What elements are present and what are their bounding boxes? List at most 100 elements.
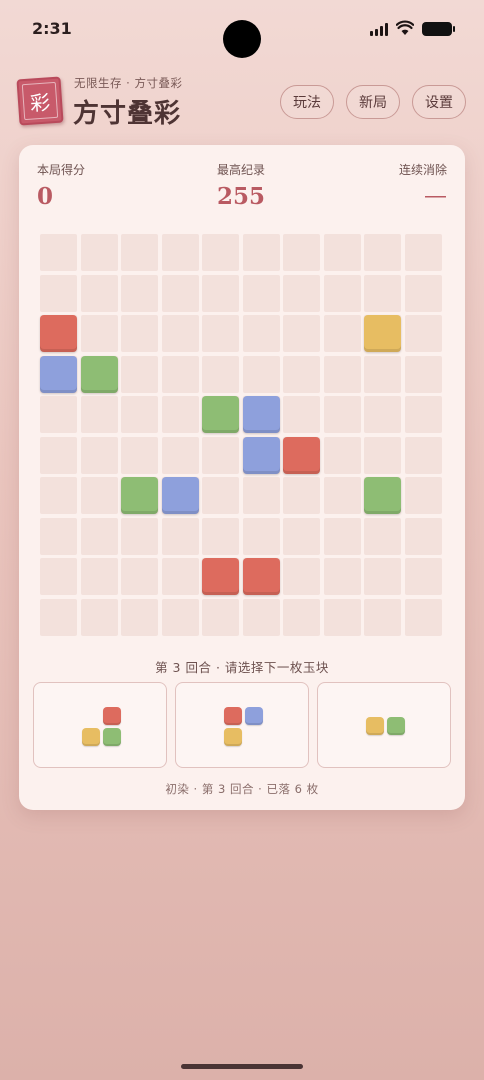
board-cell[interactable] [161,234,199,271]
board-cell[interactable] [364,396,401,433]
board-cell[interactable] [404,477,442,514]
board-cell[interactable] [202,355,239,393]
board-cell[interactable] [404,315,442,352]
board-cell[interactable] [404,517,442,555]
board-tile-red [40,315,77,352]
board-cell[interactable] [283,517,320,555]
board-cell[interactable] [283,477,320,514]
piece-block-yellow [81,727,100,746]
board-cell[interactable] [283,558,320,595]
board-cell[interactable] [283,315,320,352]
piece-slot-3[interactable] [317,682,451,768]
board-cell[interactable] [161,436,199,474]
board-cell[interactable] [404,396,442,433]
board-cell[interactable] [161,274,199,312]
board-cell[interactable] [323,315,361,352]
board-cell[interactable] [80,517,118,555]
board-cell[interactable] [323,234,361,271]
board-cell[interactable] [242,355,280,393]
board-cell[interactable] [364,274,401,312]
board-cell[interactable] [283,396,320,433]
rules-button[interactable]: 玩法 [280,85,334,119]
board-cell[interactable] [161,355,199,393]
board-cell[interactable] [121,598,158,636]
board-cell[interactable] [283,234,320,271]
board-cell[interactable] [202,477,239,514]
board-cell[interactable] [121,234,158,271]
board-cell[interactable] [364,517,401,555]
board-cell[interactable] [40,396,77,433]
board-cell[interactable] [242,315,280,352]
board-tile-blue [161,477,199,514]
board-cell[interactable] [283,274,320,312]
game-board[interactable] [40,234,444,638]
board-cell[interactable] [80,234,118,271]
board-cell[interactable] [40,558,77,595]
board-cell[interactable] [80,477,118,514]
board-cell[interactable] [80,315,118,352]
board-cell[interactable] [242,598,280,636]
board-cell[interactable] [323,598,361,636]
board-cell[interactable] [80,396,118,433]
new-game-button[interactable]: 新局 [346,85,400,119]
board-cell[interactable] [242,517,280,555]
board-cell[interactable] [80,274,118,312]
board-cell[interactable] [364,355,401,393]
board-cell[interactable] [364,234,401,271]
board-cell[interactable] [80,598,118,636]
board-cell[interactable] [323,396,361,433]
board-cell[interactable] [364,598,401,636]
board-cell[interactable] [121,436,158,474]
board-cell[interactable] [202,234,239,271]
board-cell[interactable] [161,517,199,555]
board-cell[interactable] [40,274,77,312]
board-cell[interactable] [323,517,361,555]
board-cell[interactable] [80,558,118,595]
board-cell[interactable] [161,396,199,433]
board-cell[interactable] [364,436,401,474]
board-cell[interactable] [242,477,280,514]
board-cell[interactable] [404,598,442,636]
board-cell[interactable] [202,598,239,636]
board-cell[interactable] [242,234,280,271]
board-cell[interactable] [323,274,361,312]
board-cell[interactable] [323,355,361,393]
board-cell[interactable] [323,558,361,595]
board-cell[interactable] [404,234,442,271]
board-cell[interactable] [202,315,239,352]
board-cell[interactable] [283,355,320,393]
board-cell[interactable] [161,558,199,595]
piece-slot-2[interactable] [175,682,309,768]
board-cell[interactable] [121,396,158,433]
board-cell[interactable] [202,274,239,312]
board-cell[interactable] [404,274,442,312]
settings-button[interactable]: 设置 [412,85,466,119]
board-cell[interactable] [161,598,199,636]
board-cell[interactable] [404,355,442,393]
board-cell[interactable] [121,274,158,312]
board-cell[interactable] [121,355,158,393]
board-cell[interactable] [323,477,361,514]
board-cell[interactable] [80,436,118,474]
piece-slot-1[interactable] [33,682,167,768]
best-value: 255 [217,183,266,210]
board-cell[interactable] [40,477,77,514]
board-cell[interactable] [40,598,77,636]
board-cell[interactable] [404,436,442,474]
board-cell[interactable] [404,558,442,595]
board-cell[interactable] [202,436,239,474]
board-cell[interactable] [242,274,280,312]
board-cell[interactable] [40,234,77,271]
board-tile-red [283,436,320,474]
board-cell[interactable] [283,598,320,636]
board-cell[interactable] [40,517,77,555]
board-tile-green [121,477,158,514]
board-cell[interactable] [161,315,199,352]
board-cell[interactable] [121,558,158,595]
board-cell[interactable] [121,315,158,352]
board-cell[interactable] [364,558,401,595]
board-cell[interactable] [323,436,361,474]
board-cell[interactable] [121,517,158,555]
board-cell[interactable] [202,517,239,555]
board-cell[interactable] [40,436,77,474]
